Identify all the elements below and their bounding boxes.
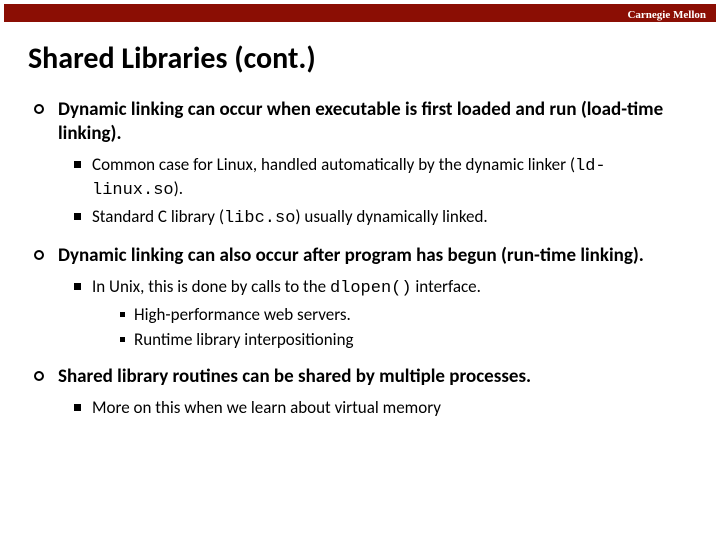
bullet-shared-processes: Shared library routines can be shared by… (34, 365, 690, 419)
text-run: Common case for Linux, handled automatic… (92, 154, 575, 175)
bullet-run-time: Dynamic linking can also occur after pro… (34, 244, 690, 351)
slide: Carnegie Mellon Shared Libraries (cont.)… (0, 0, 720, 540)
sub-bullet: In Unix, this is done by calls to the dl… (74, 276, 690, 351)
text-run: In Unix, this is done by calls to the (92, 276, 330, 297)
text-run: interface. (412, 276, 481, 297)
sub-sub-bullet: High-performance web servers. (120, 304, 690, 326)
bullet-text: Shared library routines can be shared by… (58, 365, 531, 388)
bullet-load-time: Dynamic linking can occur when executabl… (34, 98, 690, 230)
text-run: ). (174, 178, 183, 199)
code-run: libc.so (224, 209, 295, 228)
brand-label: Carnegie Mellon (627, 9, 706, 21)
bullet-text: Dynamic linking can occur when executabl… (58, 98, 663, 145)
slide-title: Shared Libraries (cont.) (28, 40, 316, 77)
text-run: ) usually dynamically linked. (295, 206, 487, 227)
sub-sub-bullet: Runtime library interpositioning (120, 329, 690, 351)
bullet-text: Dynamic linking can also occur after pro… (58, 244, 644, 267)
brand-bar: Carnegie Mellon (4, 4, 716, 22)
text-run: Standard C library ( (92, 206, 224, 227)
sub-bullet: More on this when we learn about virtual… (74, 397, 690, 419)
sub-bullet: Common case for Linux, handled automatic… (74, 154, 690, 202)
slide-body: Dynamic linking can occur when executabl… (34, 98, 690, 433)
code-run: dlopen() (330, 279, 412, 298)
sub-bullet: Standard C library (libc.so) usually dyn… (74, 206, 690, 230)
